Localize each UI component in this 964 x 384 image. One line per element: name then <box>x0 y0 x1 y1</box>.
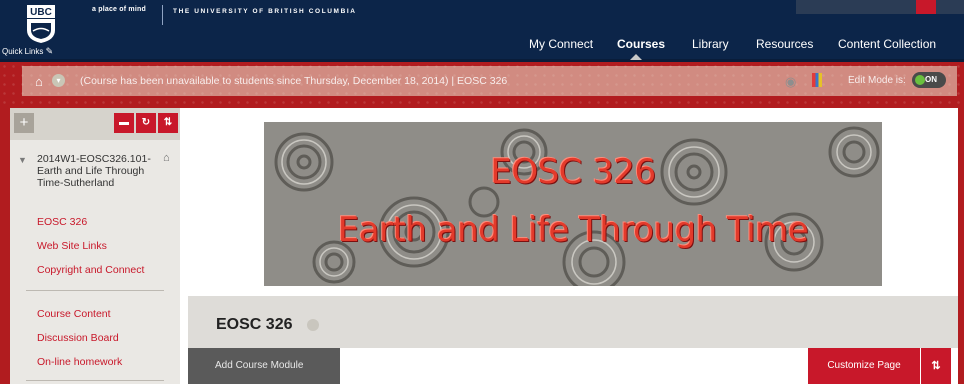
quick-links-label: Quick Links <box>2 47 44 56</box>
university-name: THE UNIVERSITY OF BRITISH COLUMBIA <box>173 8 357 15</box>
active-nav-indicator <box>630 54 642 60</box>
nav-resources[interactable]: Resources <box>756 37 813 57</box>
left-red-border <box>0 108 10 384</box>
refresh-icon[interactable]: ↻ <box>136 113 156 133</box>
edit-mode-value: ON <box>925 75 937 84</box>
sidebar-divider <box>26 380 164 381</box>
sidebar-item-online-homework[interactable]: On-line homework <box>37 356 122 368</box>
color-palette-icon[interactable] <box>812 73 822 87</box>
banner-title-line2: Earth and Life Through Time <box>337 210 809 250</box>
chevron-down-icon[interactable]: ▾ <box>52 74 65 87</box>
reorder-modules-icon[interactable]: ⇅ <box>921 348 951 384</box>
breadcrumb-text[interactable]: (Course has been unavailable to students… <box>80 75 507 87</box>
right-red-border <box>958 108 964 384</box>
ammonite-fossils <box>274 126 880 286</box>
folder-view-icon[interactable]: ▬ <box>114 113 134 133</box>
sidebar-item-course-content[interactable]: Course Content <box>37 308 111 320</box>
sidebar-item-discussion-board[interactable]: Discussion Board <box>37 332 119 344</box>
header-separator <box>162 5 163 25</box>
pencil-icon: ✎ <box>45 46 54 56</box>
ubc-logo[interactable]: UBC <box>24 4 58 44</box>
banner-title-line1: EOSC 326 <box>490 152 656 192</box>
logo-text: UBC <box>30 7 52 18</box>
nav-my-connect[interactable]: My Connect <box>529 37 593 57</box>
sidebar-divider <box>26 290 164 291</box>
chevron-down-icon[interactable] <box>307 319 319 331</box>
sidebar-item-copyright[interactable]: Copyright and Connect <box>37 264 144 276</box>
home-icon[interactable]: ⌂ <box>35 74 43 89</box>
customize-page-button[interactable]: Customize Page <box>808 348 920 384</box>
sidebar-item-eosc-326[interactable]: EOSC 326 <box>37 216 87 228</box>
tagline: a place of mind <box>92 6 146 13</box>
nav-library[interactable]: Library <box>692 37 729 57</box>
quick-links-button[interactable]: Quick Links ✎ <box>2 46 53 57</box>
course-title[interactable]: 2014W1-EOSC326.101-Earth and Life Throug… <box>37 153 159 189</box>
header-utility-bar[interactable] <box>796 0 964 14</box>
add-course-module-button[interactable]: Add Course Module <box>188 348 340 384</box>
sidebar-item-web-site-links[interactable]: Web Site Links <box>37 240 107 252</box>
header-utility-red-button[interactable] <box>916 0 936 14</box>
edit-mode-toggle[interactable]: ON <box>912 72 946 88</box>
student-preview-icon[interactable]: ◉ <box>785 74 796 90</box>
add-menu-item-button[interactable]: + <box>14 113 34 133</box>
edit-mode-label: Edit Mode is: <box>848 75 906 86</box>
page-title[interactable]: EOSC 326 <box>216 316 292 334</box>
page-header <box>188 296 958 348</box>
collapse-arrow-icon[interactable]: ▼ <box>18 155 27 165</box>
course-home-icon: ⌂ <box>163 152 170 164</box>
course-banner-image: EOSC 326 Earth and Life Through Time <box>264 122 882 286</box>
toggle-knob <box>915 75 925 85</box>
nav-content-collection[interactable]: Content Collection <box>838 37 936 57</box>
reorder-icon[interactable]: ⇅ <box>158 113 178 133</box>
